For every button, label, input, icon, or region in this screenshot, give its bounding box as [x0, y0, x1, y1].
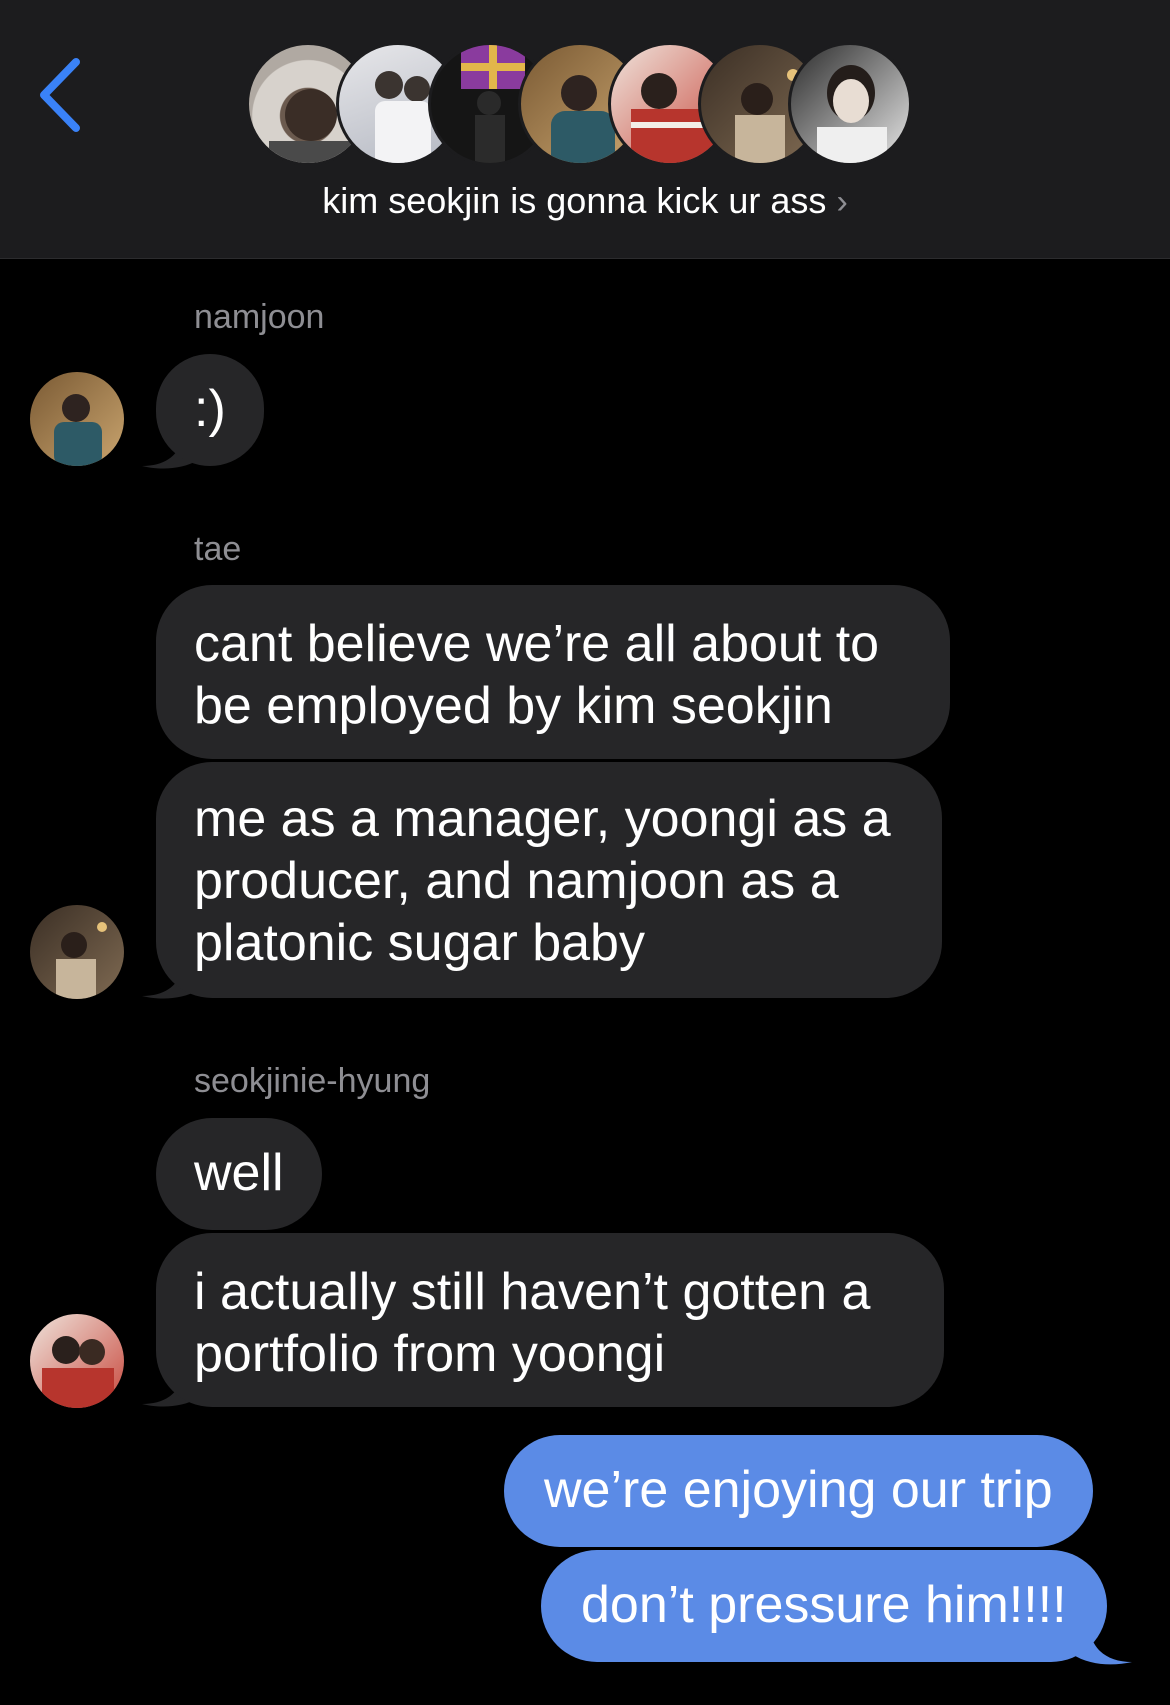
- group-title-label: kim seokjin is gonna kick ur ass: [322, 180, 827, 221]
- chevron-left-icon: [40, 58, 80, 132]
- avatar[interactable]: [30, 372, 124, 466]
- sender-label-tae: tae: [194, 530, 242, 568]
- sender-label-namjoon: namjoon: [194, 298, 325, 336]
- outgoing-message-bubble[interactable]: don’t pressure him!!!!: [541, 1550, 1107, 1662]
- sender-label-seokjinie-hyung: seokjinie-hyung: [194, 1062, 431, 1100]
- conversation-header: kim seokjin is gonna kick ur ass ›: [0, 0, 1170, 259]
- group-title[interactable]: kim seokjin is gonna kick ur ass ›: [0, 180, 1170, 222]
- message-bubble[interactable]: i actually still haven’t gotten a portfo…: [156, 1233, 944, 1407]
- avatar[interactable]: [30, 1314, 124, 1408]
- outgoing-message-bubble[interactable]: we’re enjoying our trip: [504, 1435, 1093, 1547]
- back-button[interactable]: [30, 50, 90, 140]
- message-bubble[interactable]: :): [156, 354, 264, 466]
- chevron-right-icon: ›: [836, 183, 848, 221]
- avatar[interactable]: [30, 905, 124, 999]
- message-bubble[interactable]: cant believe we’re all about to be emplo…: [156, 585, 950, 759]
- member-avatar: [788, 42, 912, 166]
- message-bubble[interactable]: me as a manager, yoongi as a producer, a…: [156, 762, 942, 998]
- group-avatars[interactable]: [246, 42, 926, 168]
- message-bubble[interactable]: well: [156, 1118, 322, 1230]
